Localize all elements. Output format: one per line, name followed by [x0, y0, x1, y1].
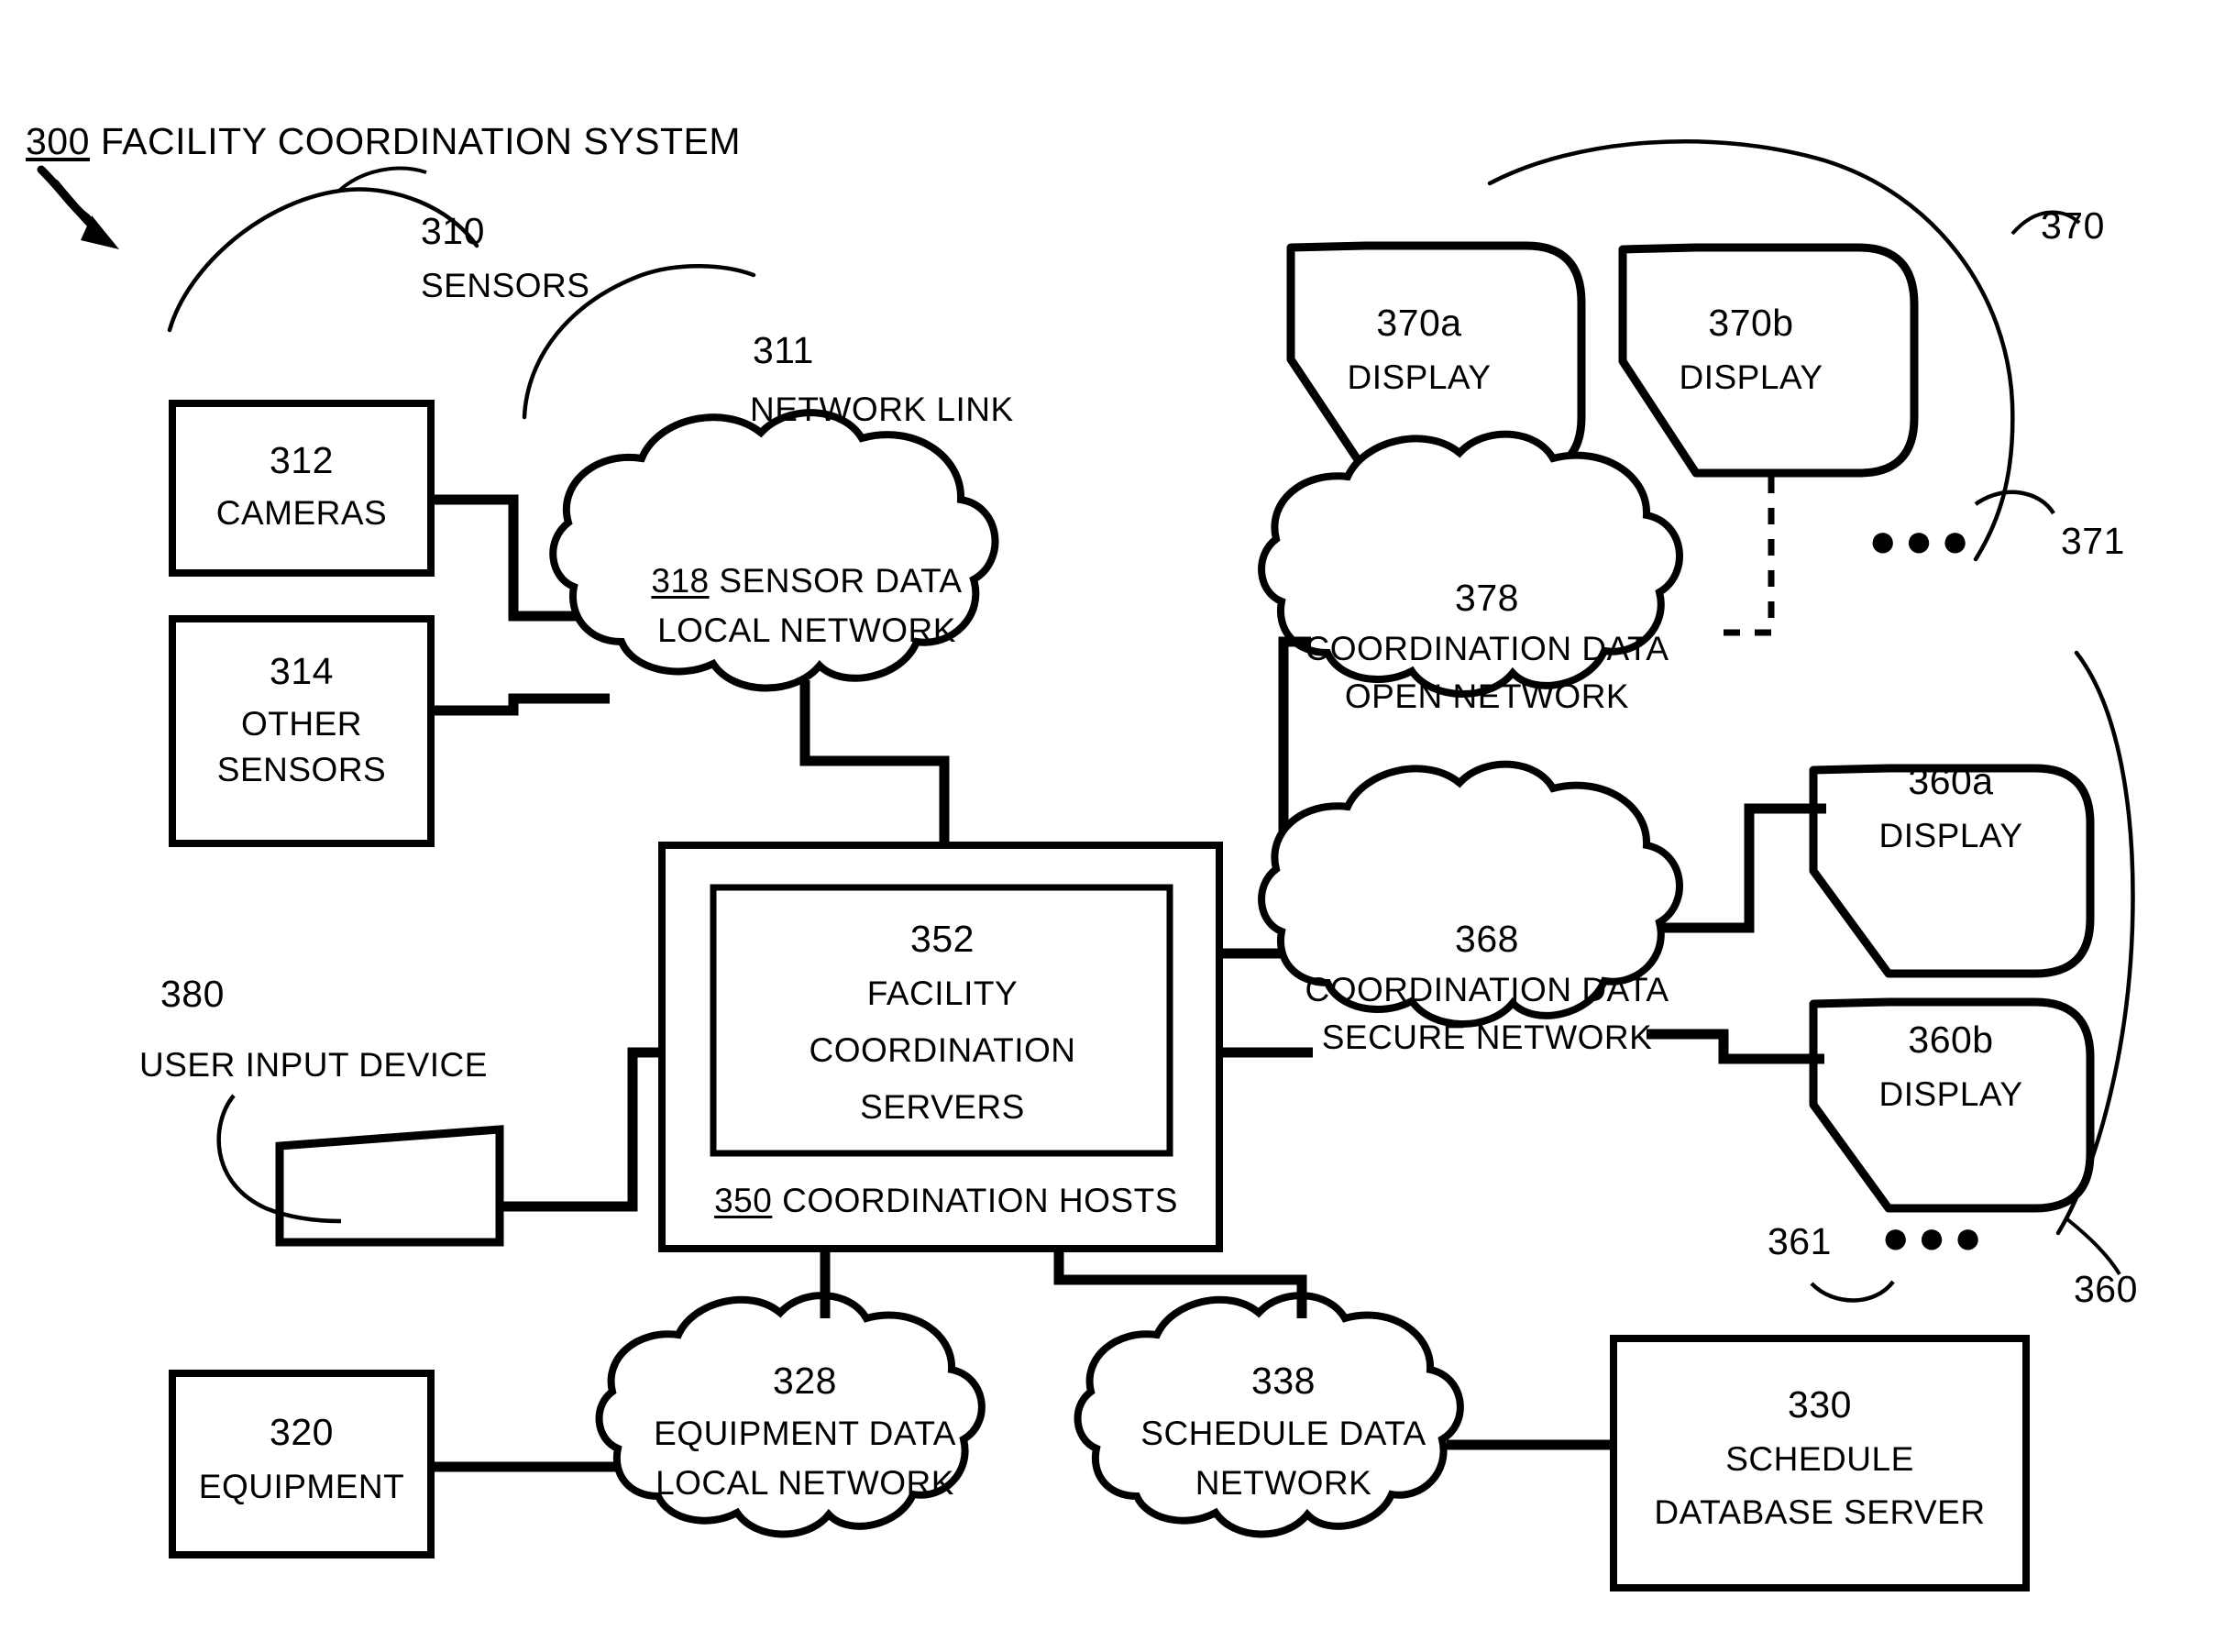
patent-figure-canvas: 300 FACILITY COORDINATION SYSTEM 310 SEN…	[0, 0, 2236, 1652]
user-input-device-shape	[275, 1125, 504, 1247]
secure-network-ref: 368	[1455, 918, 1519, 960]
display-370b-ref: 370b	[1708, 302, 1794, 344]
open-displays-ellipsis-ref: 371	[2061, 520, 2125, 562]
schedule-network-label-line2: NETWORK	[1195, 1464, 1372, 1502]
link-display-370b-to-open-network	[1714, 477, 1775, 636]
sensors-group-label: SENSORS	[421, 267, 590, 304]
schedule-db-label-line1: SCHEDULE	[1725, 1440, 1914, 1478]
network-link-ref: 311	[753, 329, 814, 371]
secure-network-label-line2: SECURE NETWORK	[1321, 1019, 1653, 1056]
secure-displays-group-ref: 360	[2074, 1268, 2138, 1310]
hosts-label: COORDINATION HOSTS	[782, 1182, 1178, 1219]
network-link-label: NETWORK LINK	[750, 391, 1014, 428]
secure-displays-ellipsis-ref: 361	[1768, 1220, 1832, 1262]
equipment-ref: 320	[270, 1411, 334, 1453]
user-input-device-label: USER INPUT DEVICE	[139, 1046, 488, 1084]
open-network-label-line2: OPEN NETWORK	[1344, 677, 1630, 715]
page-title: FACILITY COORDINATION SYSTEM	[100, 120, 742, 162]
link-secure-network-to-display-360a	[1659, 803, 1826, 933]
sensor-network-title-row: 318 SENSOR DATA	[651, 561, 962, 601]
open-displays-ellipsis: ●●●	[1868, 514, 1977, 567]
hosts-ref: 350	[714, 1182, 773, 1219]
display-360a-ref: 360a	[1908, 760, 1994, 802]
schedule-db-label-line2: DATABASE SERVER	[1654, 1493, 1986, 1531]
equipment-network-label-line1: EQUIPMENT DATA	[654, 1415, 956, 1452]
servers-ref: 352	[910, 918, 975, 960]
equipment-network-label-line2: LOCAL NETWORK	[655, 1464, 954, 1502]
user-input-device-ref: 380	[160, 973, 225, 1015]
link-other-sensors-to-sensor-network	[431, 693, 610, 716]
open-network-label-line1: COORDINATION DATA	[1305, 630, 1669, 667]
link-sensor-network-to-hosts	[799, 680, 950, 845]
display-360b-ref: 360b	[1908, 1019, 1994, 1061]
system-leader-arrow	[37, 165, 119, 249]
open-displays-group-ref: 370	[2041, 204, 2105, 247]
display-370a-ref: 370a	[1376, 302, 1462, 344]
sensor-network-label-line2: LOCAL NETWORK	[657, 611, 956, 649]
link-secure-network-to-display-360b	[1647, 1029, 1824, 1064]
sensor-network-label-line1: SENSOR DATA	[719, 562, 963, 600]
display-360b-label: DISPLAY	[1878, 1075, 2023, 1113]
display-370a-label: DISPLAY	[1347, 358, 1492, 396]
system-ref: 300	[26, 120, 90, 162]
cameras-box	[169, 400, 435, 577]
cameras-label: CAMERAS	[215, 494, 388, 532]
secure-network-label-line1: COORDINATION DATA	[1305, 971, 1669, 1008]
equipment-network-ref: 328	[773, 1360, 837, 1402]
servers-label-line3: SERVERS	[860, 1088, 1025, 1126]
other-sensors-ref: 314	[270, 650, 334, 692]
schedule-db-ref: 330	[1788, 1383, 1852, 1426]
sensors-group-ref: 310	[421, 210, 485, 252]
servers-label-line1: FACILITY	[866, 975, 1019, 1012]
schedule-network-label-line1: SCHEDULE DATA	[1140, 1415, 1426, 1452]
hosts-title-row: 350 COORDINATION HOSTS	[714, 1181, 1178, 1221]
schedule-network-ref: 338	[1251, 1360, 1316, 1402]
open-ellipsis-leader	[1974, 490, 2055, 515]
system-ref-and-title: 300 FACILITY COORDINATION SYSTEM	[26, 119, 741, 163]
other-sensors-label-line2: SENSORS	[216, 751, 387, 788]
sensor-network-ref: 318	[651, 562, 710, 600]
cameras-ref: 312	[270, 439, 334, 481]
servers-label-line2: COORDINATION	[809, 1031, 1076, 1069]
equipment-box	[169, 1370, 435, 1558]
link-user-input-to-hosts	[500, 1047, 662, 1212]
equipment-label: EQUIPMENT	[198, 1468, 405, 1505]
other-sensors-label-line1: OTHER	[241, 705, 362, 743]
display-370b-label: DISPLAY	[1679, 358, 1823, 396]
secure-ellipsis-leader	[1810, 1280, 1895, 1303]
open-network-ref: 378	[1455, 577, 1519, 619]
display-360a-label: DISPLAY	[1878, 817, 2023, 854]
secure-displays-ellipsis: ●●●	[1881, 1211, 1990, 1264]
